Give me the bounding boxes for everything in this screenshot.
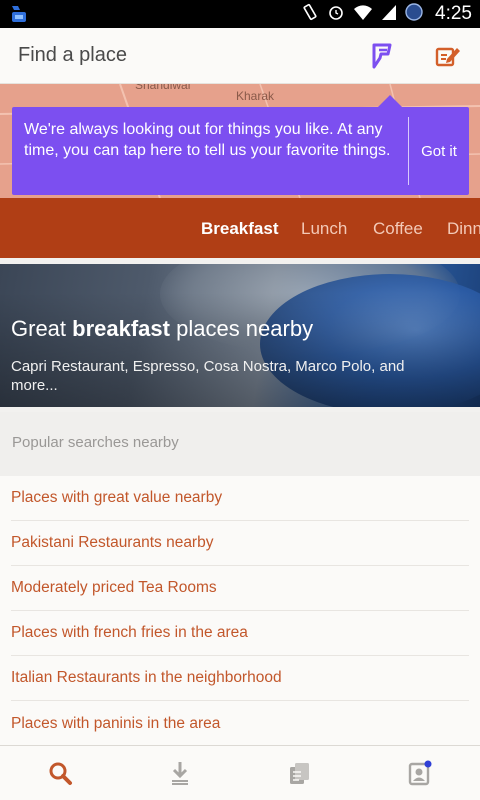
hero-subtitle: Capri Restaurant, Espresso, Cosa Nostra,… [11,358,405,394]
profile-icon [408,760,432,786]
popular-searches-heading: Popular searches nearby [0,412,480,476]
vibrate-icon [301,3,319,26]
got-it-button[interactable]: Got it [409,107,469,195]
search-icon [49,762,72,785]
tooltip-message: We're always looking out for things you … [24,121,391,159]
tab-dinner[interactable]: Dinner [447,219,480,239]
status-time: 4:25 [435,3,472,24]
app-notification-icon [8,3,30,25]
tab-breakfast[interactable]: Breakfast [201,219,279,239]
hero-title: Great breakfast places nearby [11,316,314,341]
tab-lunch[interactable]: Lunch [301,219,347,239]
map-label: Shandiwal [135,84,191,92]
nav-updates[interactable] [120,746,240,800]
list-item[interactable]: Places with french fries in the area [11,611,469,656]
tab-coffee[interactable]: Coffee [373,219,423,239]
nav-lists[interactable] [240,746,360,800]
lists-icon [290,763,309,784]
nav-search[interactable] [0,746,120,800]
list-item[interactable]: Moderately priced Tea Rooms [11,566,469,611]
popular-searches: Popular searches nearby Places with grea… [0,412,480,745]
app-header: Find a place [0,28,480,84]
map-label: Kharak [236,89,275,103]
bottom-nav [0,745,480,800]
list-item[interactable]: Places with great value nearby [11,476,469,521]
breakfast-hero-card[interactable]: Great breakfast places nearby Capri Rest… [0,264,480,407]
battery-icon [405,2,423,26]
status-bar: 4:25 [0,0,480,28]
category-tabs: Breakfast Lunch Coffee Dinner [0,198,480,258]
signal-icon [381,3,397,26]
download-icon [172,762,188,785]
list-item[interactable]: Pakistani Restaurants nearby [11,521,469,566]
wifi-icon [353,3,373,26]
alarm-icon [327,3,345,26]
nav-profile[interactable] [360,746,480,800]
list-item[interactable]: Places with paninis in the area [11,701,469,746]
write-tip-button[interactable] [432,40,464,72]
edit-note-icon [435,47,460,67]
tooltip-arrow [378,95,402,107]
popular-searches-list: Places with great value nearby Pakistani… [0,476,480,746]
notification-dot [424,760,432,768]
list-item[interactable]: Italian Restaurants in the neighborhood [11,656,469,701]
foursquare-tastes-button[interactable] [366,40,398,72]
page-title[interactable]: Find a place [18,44,127,67]
tastes-tooltip: We're always looking out for things you … [12,95,469,195]
foursquare-icon [372,43,392,69]
